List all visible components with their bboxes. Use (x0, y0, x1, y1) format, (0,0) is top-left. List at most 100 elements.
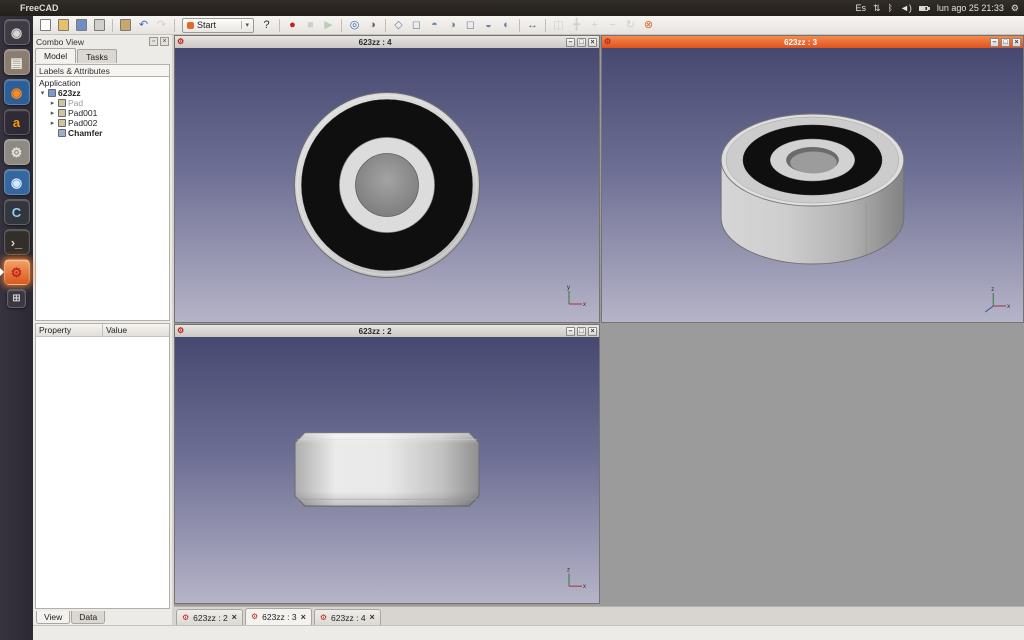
amazon-icon-glyph: a (13, 116, 20, 129)
launcher-item-system-settings[interactable]: ⚙ (0, 139, 33, 165)
restore-button[interactable]: □ (577, 38, 586, 47)
tree-item-pad001[interactable]: ▸Pad001 (36, 108, 169, 118)
keyboard-indicator[interactable]: Es (855, 1, 866, 15)
document-new-icon[interactable] (37, 17, 54, 33)
document-tab-623zz-4[interactable]: ⚙623zz : 4× (314, 609, 381, 625)
launcher-item-files[interactable]: ▤ (0, 49, 33, 75)
view-right-icon[interactable]: ◑ (444, 17, 461, 33)
battery-icon[interactable] (919, 6, 930, 11)
network-icon[interactable]: ⇅ (873, 1, 881, 15)
launcher-item-workspace-switcher[interactable]: ⊞ (0, 289, 33, 308)
property-table-body (36, 337, 169, 608)
property-column-property[interactable]: Property (36, 324, 103, 336)
tree-item-pad002[interactable]: ▸Pad002 (36, 118, 169, 128)
session-menu-icon[interactable]: ⚙ (1011, 1, 1019, 15)
clock[interactable]: lun ago 25 21:33 (937, 1, 1004, 15)
zoom-out-icon[interactable]: − (604, 17, 621, 33)
launcher-item-web-browser[interactable]: ◉ (0, 169, 33, 195)
close-button[interactable]: × (588, 327, 597, 336)
macro-stop-icon[interactable]: ■ (302, 17, 319, 33)
close-button[interactable]: × (1012, 38, 1021, 47)
launcher-item-dash-home[interactable]: ◉ (0, 19, 33, 45)
combo-view-titlebar[interactable]: Combo View ▫× (33, 35, 172, 48)
document-print-icon[interactable] (91, 17, 108, 33)
view-left-icon[interactable]: ◐ (498, 17, 515, 33)
expand-arrow-icon[interactable]: ▸ (49, 99, 56, 107)
workspace-switcher-icon: ⊞ (7, 289, 26, 308)
edit-paste-icon[interactable] (117, 17, 134, 33)
chromium-icon: C (4, 199, 30, 225)
expand-arrow-icon[interactable]: ▸ (49, 109, 56, 117)
tab-view[interactable]: View (36, 611, 70, 624)
restore-button[interactable]: □ (577, 327, 586, 336)
view-window-623zz-4-titlebar[interactable]: ⚙623zz : 4–□× (175, 36, 599, 48)
svg-text:y: y (567, 285, 570, 291)
workbench-selector[interactable]: Start▾ (182, 18, 254, 33)
workspace-switcher-icon-glyph: ⊞ (12, 292, 20, 305)
tree-item-pad001-icon (58, 109, 66, 117)
battery-nub (928, 7, 930, 10)
document-save-icon[interactable] (73, 17, 90, 33)
edit-undo-icon[interactable]: ↶ (135, 17, 152, 33)
tree-root-application[interactable]: Application (36, 78, 169, 88)
minimize-button[interactable]: – (566, 327, 575, 336)
document-tab-623zz-2[interactable]: ⚙623zz : 2× (176, 609, 243, 625)
property-column-value[interactable]: Value (103, 324, 169, 336)
web-browser-icon-glyph: ◉ (11, 176, 22, 189)
tab-data[interactable]: Data (71, 611, 105, 624)
svg-text:x: x (1007, 304, 1010, 310)
launcher-item-amazon[interactable]: a (0, 109, 33, 135)
launcher-item-firefox[interactable]: ◉ (0, 79, 33, 105)
clipping-plane-icon[interactable]: ◫ (550, 17, 567, 33)
launcher-item-chromium[interactable]: C (0, 199, 33, 225)
launcher-item-freecad[interactable]: ⚙ (0, 259, 33, 285)
document-save-icon-shape (76, 19, 87, 31)
tree-item-pad[interactable]: ▸Pad (36, 98, 169, 108)
tab-close-icon[interactable]: × (370, 613, 375, 622)
view-bottom-icon[interactable]: ◒ (480, 17, 497, 33)
close-panel-button[interactable]: × (160, 37, 169, 46)
view-window-623zz-3-viewport[interactable]: xz (602, 48, 1023, 322)
mdi-area: ⚙623zz : 4–□×xy⚙623zz : 3–□×xz⚙623zz : 2… (174, 35, 1024, 606)
bluetooth-icon[interactable]: ᛒ (888, 1, 893, 15)
view-fit-all-icon[interactable]: ◎ (346, 17, 363, 33)
minimize-button[interactable]: – (990, 38, 999, 47)
tab-close-icon[interactable]: × (301, 613, 306, 622)
whats-this-icon[interactable]: ? (258, 17, 275, 33)
zoom-in-icon[interactable]: + (586, 17, 603, 33)
restore-button[interactable]: □ (1001, 38, 1010, 47)
refresh-icon[interactable]: ↻ (622, 17, 639, 33)
document-open-icon[interactable] (55, 17, 72, 33)
view-window-623zz-3-titlebar[interactable]: ⚙623zz : 3–□× (602, 36, 1023, 48)
view-rear-icon[interactable]: ◻ (462, 17, 479, 33)
tab-tasks[interactable]: Tasks (77, 49, 117, 63)
float-panel-button[interactable]: ▫ (149, 37, 158, 46)
document-tab-623zz-3[interactable]: ⚙623zz : 3× (245, 608, 312, 625)
edit-redo-icon[interactable]: ↷ (153, 17, 170, 33)
macro-play-icon[interactable]: ▶ (320, 17, 337, 33)
tree-item-623zz[interactable]: ▾623zz (36, 88, 169, 98)
axis-cross-icon[interactable]: ╋ (568, 17, 585, 33)
view-top-icon[interactable]: ◓ (426, 17, 443, 33)
close-button[interactable]: × (588, 38, 597, 47)
tab-model[interactable]: Model (35, 48, 76, 63)
system-tray: Es ⇅ ᛒ ◄) lun ago 25 21:33 ⚙ (855, 1, 1019, 15)
expand-arrow-icon[interactable]: ▸ (49, 119, 56, 127)
web-stop-icon[interactable]: ⊗ (640, 17, 657, 33)
minimize-button[interactable]: – (566, 38, 575, 47)
view-isometric-icon[interactable]: ◇ (390, 17, 407, 33)
macro-record-icon[interactable]: ● (284, 17, 301, 33)
launcher-item-terminal[interactable]: ›_ (0, 229, 33, 255)
draw-style-icon[interactable]: ◑ (364, 17, 381, 33)
tree-item-chamfer[interactable]: Chamfer (36, 128, 169, 138)
view-front-icon[interactable]: ◻ (408, 17, 425, 33)
tab-close-icon[interactable]: × (232, 613, 237, 622)
measure-distance-icon[interactable]: ↔ (524, 17, 541, 33)
view-window-623zz-4-viewport[interactable]: xy (175, 48, 599, 322)
freecad-icon: ⚙ (4, 259, 30, 285)
volume-icon[interactable]: ◄) (900, 1, 912, 15)
expand-arrow-icon[interactable]: ▾ (39, 89, 46, 97)
panel-title: Combo View (36, 37, 84, 47)
view-window-623zz-2-titlebar[interactable]: ⚙623zz : 2–□× (175, 325, 599, 337)
view-window-623zz-2-viewport[interactable]: xz (175, 337, 599, 603)
